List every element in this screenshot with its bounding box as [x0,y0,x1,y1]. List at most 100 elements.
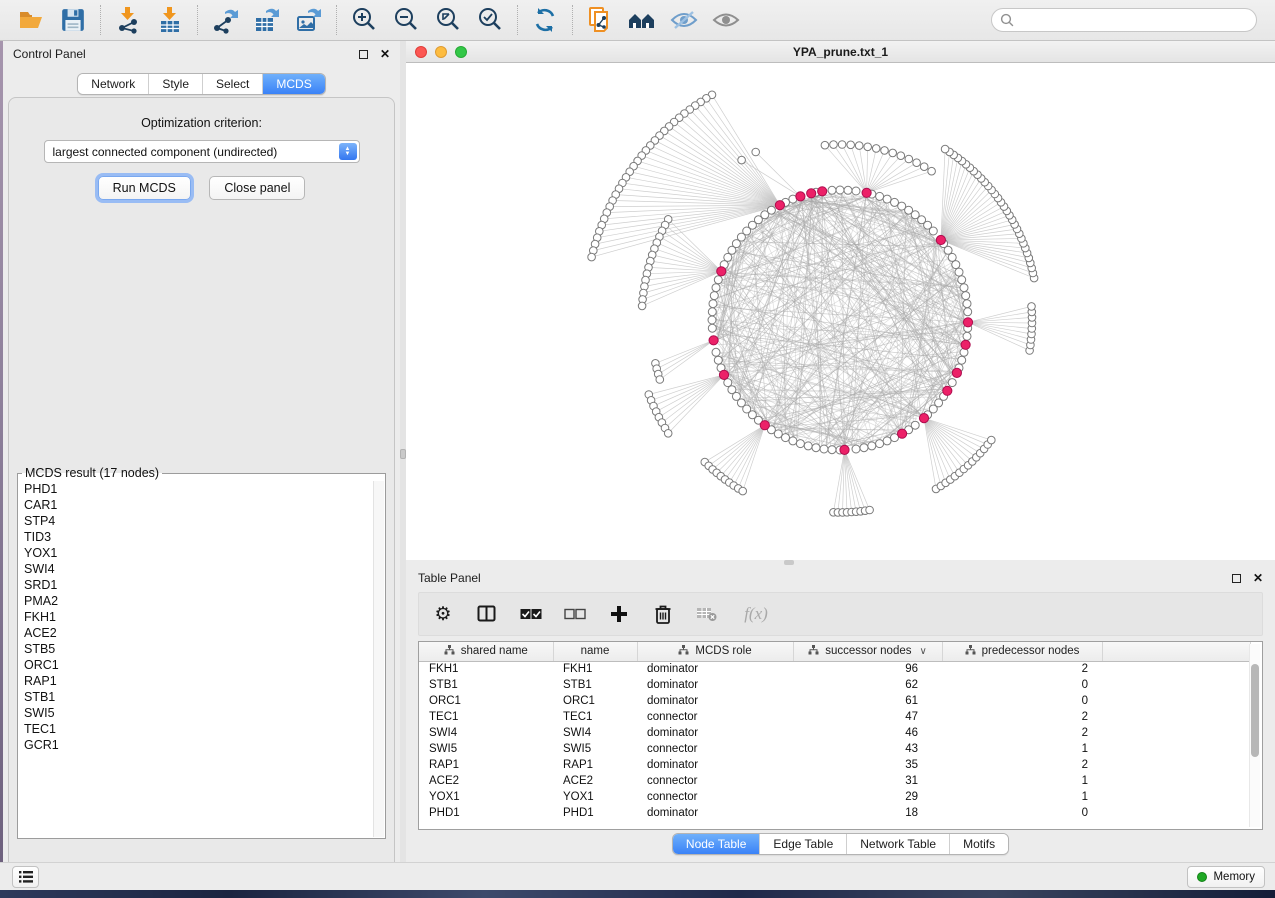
main-toolbar [0,0,1275,41]
column-type-icon [444,645,455,655]
mcds-result-item[interactable]: ORC1 [24,657,385,673]
table-row[interactable]: TEC1TEC1connector472 [419,709,1251,725]
table-scrollbar-thumb[interactable] [1251,664,1259,757]
table-row[interactable]: ACE2ACE2connector311 [419,773,1251,789]
close-panel-icon[interactable]: ✕ [1253,572,1263,584]
node-table-body: FKH1FKH1dominator962STB1STB1dominator620… [419,661,1251,821]
delete-table-icon[interactable] [695,602,719,626]
table-toolbar: ⚙ f(x) [418,592,1263,636]
close-panel-button[interactable]: Close panel [209,176,305,200]
import-table-button[interactable] [149,3,191,37]
deselect-all-checkboxes-icon[interactable] [563,602,587,626]
tab-motifs[interactable]: Motifs [949,834,1008,854]
mcds-result-item[interactable]: SWI5 [24,705,385,721]
close-panel-icon[interactable]: ✕ [380,48,390,60]
zoom-fit-button[interactable] [427,3,469,37]
table-row[interactable]: RAP1RAP1dominator352 [419,757,1251,773]
mcds-result-item[interactable]: YOX1 [24,545,385,561]
export-table-icon [253,6,281,34]
table-row[interactable]: YOX1YOX1connector291 [419,789,1251,805]
mcds-result-item[interactable]: STB5 [24,641,385,657]
column-header-predecessor-nodes[interactable]: predecessor nodes [942,642,1102,661]
node-table-header-row: shared namenameMCDS rolesuccessor nodes∨… [419,642,1251,661]
status-bar: Memory [0,862,1275,890]
duplicate-network-button[interactable] [579,3,621,37]
table-settings-gear-icon[interactable]: ⚙ [431,602,455,626]
search-input[interactable] [1019,12,1256,28]
column-header-MCDS-role[interactable]: MCDS role [637,642,793,661]
mcds-result-item[interactable]: TID3 [24,529,385,545]
tab-select[interactable]: Select [202,74,262,94]
mcds-result-item[interactable]: SWI4 [24,561,385,577]
tab-network-table[interactable]: Network Table [846,834,949,854]
column-header-shared-name[interactable]: shared name [419,642,553,661]
column-header-successor-nodes[interactable]: successor nodes∨ [793,642,942,661]
show-all-button[interactable] [705,3,747,37]
mcds-result-item[interactable]: FKH1 [24,609,385,625]
select-all-checkboxes-icon[interactable] [519,602,543,626]
mcds-result-item[interactable]: SRD1 [24,577,385,593]
tab-network[interactable]: Network [78,74,148,94]
export-image-button[interactable] [288,3,330,37]
network-titlebar[interactable]: YPA_prune.txt_1 [406,41,1275,63]
houses-icon [627,7,657,33]
table-row[interactable]: FKH1FKH1dominator962 [419,661,1251,677]
application-window: Control Panel ✕ NetworkStyleSelectMCDS O… [0,0,1275,898]
mcds-result-item[interactable]: GCR1 [24,737,385,753]
add-column-icon[interactable] [607,602,631,626]
task-history-button[interactable] [12,866,39,888]
memory-label: Memory [1213,871,1255,883]
toolbar-separator [100,5,101,35]
tab-style[interactable]: Style [148,74,202,94]
network-canvas[interactable] [406,63,1275,560]
mcds-list-scrollbar[interactable] [373,481,384,837]
toolbar-separator [336,5,337,35]
table-row[interactable]: SWI5SWI5connector431 [419,741,1251,757]
save-session-button[interactable] [52,3,94,37]
control-panel-header: Control Panel ✕ [3,41,400,67]
mcds-result-item[interactable]: PHD1 [24,481,385,497]
column-layout-icon[interactable] [475,602,499,626]
table-scrollbar[interactable] [1249,644,1260,827]
table-row[interactable]: STB1STB1dominator620 [419,677,1251,693]
import-network-button[interactable] [107,3,149,37]
mcds-result-item[interactable]: STP4 [24,513,385,529]
tab-edge-table[interactable]: Edge Table [759,834,846,854]
select-stepper-icon: ▲▼ [339,143,357,160]
function-builder-icon[interactable]: f(x) [739,602,773,626]
optimization-select[interactable]: largest connected component (undirected)… [44,140,360,163]
mcds-result-item[interactable]: CAR1 [24,497,385,513]
table-row[interactable]: SWI4SWI4dominator462 [419,725,1251,741]
tab-node-table[interactable]: Node Table [673,834,760,854]
export-network-button[interactable] [204,3,246,37]
network-graph[interactable] [406,63,1275,560]
export-table-button[interactable] [246,3,288,37]
zoom-selected-button[interactable] [469,3,511,37]
list-icon [19,871,33,883]
first-neighbors-button[interactable] [621,3,663,37]
mcds-result-item[interactable]: PMA2 [24,593,385,609]
tab-mcds[interactable]: MCDS [262,74,324,94]
mcds-result-item[interactable]: STB1 [24,689,385,705]
mcds-result-title: MCDS result (17 nodes) [22,466,162,480]
open-session-button[interactable] [10,3,52,37]
mcds-result-item[interactable]: TEC1 [24,721,385,737]
mcds-result-item[interactable]: ACE2 [24,625,385,641]
run-mcds-button[interactable]: Run MCDS [98,176,191,200]
column-header-name[interactable]: name [553,642,637,661]
hide-selected-button[interactable] [663,3,705,37]
zoom-out-button[interactable] [385,3,427,37]
delete-column-icon[interactable] [651,602,675,626]
memory-button[interactable]: Memory [1187,866,1265,888]
fx-label: f(x) [744,604,768,624]
zoom-in-button[interactable] [343,3,385,37]
table-row[interactable]: ORC1ORC1dominator610 [419,693,1251,709]
float-window-icon[interactable] [1232,574,1241,583]
search-field[interactable] [991,8,1257,32]
refresh-button[interactable] [524,3,566,37]
mcds-result-item[interactable]: RAP1 [24,673,385,689]
float-window-icon[interactable] [359,50,368,59]
mcds-tab-content: Optimization criterion: largest connecte… [8,97,395,889]
eye-icon [711,8,741,32]
table-row[interactable]: PHD1PHD1dominator180 [419,805,1251,821]
